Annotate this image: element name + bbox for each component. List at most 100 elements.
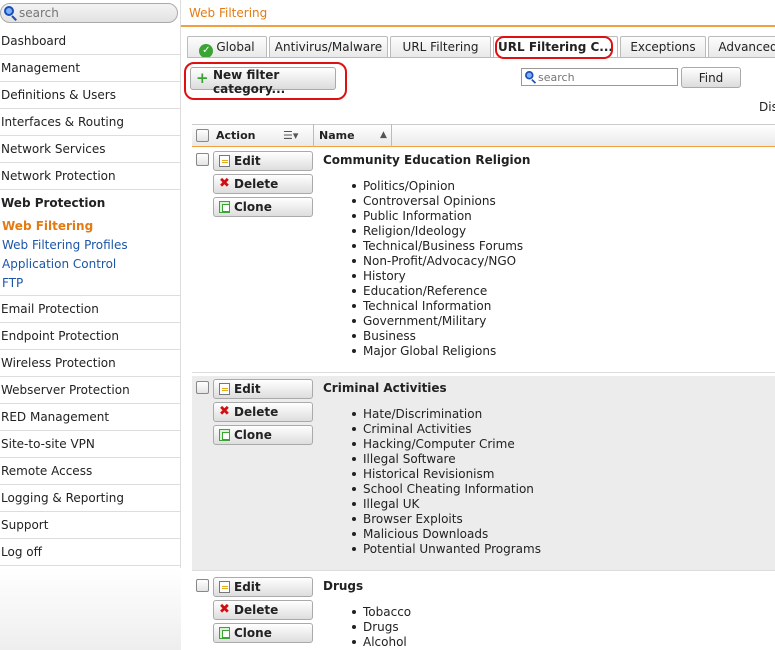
- web-protection-submenu: Web Filtering Web Filtering Profiles App…: [0, 217, 181, 296]
- clone-label: Clone: [234, 200, 272, 214]
- sidebar-item-definitions-users[interactable]: Definitions & Users: [0, 82, 181, 109]
- category-item: Technical Information: [363, 299, 523, 314]
- sidebar-item-web-protection[interactable]: Web Protection: [0, 190, 181, 217]
- tab-url-filtering[interactable]: URL Filtering: [390, 36, 491, 58]
- edit-button[interactable]: Edit: [213, 577, 313, 597]
- row-checkbox[interactable]: [196, 381, 209, 394]
- category-list: Tobacco Drugs Alcohol: [363, 605, 411, 650]
- edit-icon: [219, 581, 230, 593]
- clone-icon: [219, 201, 230, 213]
- clone-button[interactable]: Clone: [213, 425, 313, 445]
- edit-button[interactable]: Edit: [213, 151, 313, 171]
- delete-button[interactable]: ✖ Delete: [213, 600, 313, 620]
- search-input[interactable]: [521, 68, 678, 86]
- sidebar-item-log-off[interactable]: Log off: [0, 539, 181, 566]
- search-icon: [525, 71, 537, 84]
- new-filter-category-label: New filter category...: [213, 68, 286, 96]
- edit-label: Edit: [234, 154, 261, 168]
- plus-icon: +: [196, 69, 209, 87]
- tab-antivirus-malware[interactable]: Antivirus/Malware: [269, 36, 388, 58]
- sidebar-footer: [0, 568, 181, 650]
- sidebar-item-support[interactable]: Support: [0, 512, 181, 539]
- sidebar-item-interfaces-routing[interactable]: Interfaces & Routing: [0, 109, 181, 136]
- sort-ascending-icon[interactable]: ▲: [380, 130, 387, 140]
- sidebar-item-remote-access[interactable]: Remote Access: [0, 458, 181, 485]
- category-list: Politics/Opinion Controversal Opinions Pub…: [363, 179, 523, 359]
- row-checkbox[interactable]: [196, 579, 209, 592]
- sidebar-subitem-ftp[interactable]: FTP: [0, 274, 181, 293]
- sidebar-item-webserver-protection[interactable]: Webserver Protection: [0, 377, 181, 404]
- category-item: Tobacco: [363, 605, 412, 619]
- tab-bar: ✓ Global Antivirus/Malware URL Filtering …: [187, 36, 775, 58]
- category-item: Illegal Software: [363, 452, 541, 467]
- sidebar-subitem-web-filtering-profiles[interactable]: Web Filtering Profiles: [0, 236, 181, 255]
- clone-label: Clone: [234, 626, 272, 640]
- delete-icon: ✖: [219, 176, 230, 191]
- check-icon: ✓: [199, 44, 214, 58]
- table-row: Edit ✖ Delete Clone Drugs Tobacco Drugs Alc…: [192, 574, 775, 650]
- category-item: Public Information: [363, 209, 523, 224]
- sidebar-item-site-to-site-vpn[interactable]: Site-to-site VPN: [0, 431, 181, 458]
- sidebar-item-red-management[interactable]: RED Management: [0, 404, 181, 431]
- category-item: Browser Exploits: [363, 512, 541, 527]
- sidebar-subitem-web-filtering[interactable]: Web Filtering: [0, 217, 181, 236]
- category-item: Government/Military: [363, 314, 523, 329]
- edit-button[interactable]: Edit: [213, 379, 313, 399]
- sidebar-item-logging-reporting[interactable]: Logging & Reporting: [0, 485, 181, 512]
- clone-button[interactable]: Clone: [213, 623, 313, 643]
- delete-label: Delete: [234, 603, 279, 617]
- sidebar-item-endpoint-protection[interactable]: Endpoint Protection: [0, 323, 181, 350]
- category-item: School Cheating Information: [363, 482, 541, 497]
- new-filter-category-button[interactable]: + New filter category...: [190, 67, 336, 96]
- edit-icon: [219, 155, 230, 167]
- select-all-checkbox[interactable]: [196, 129, 209, 142]
- sidebar-search-input[interactable]: [0, 3, 178, 23]
- category-item: Controversal Opinions: [363, 194, 523, 209]
- tab-url-filtering-categories[interactable]: URL Filtering C...: [493, 36, 618, 58]
- category-name: Criminal Activities: [323, 381, 447, 395]
- category-item: Illegal UK: [363, 497, 541, 512]
- row-checkbox[interactable]: [196, 153, 209, 166]
- find-button[interactable]: Find: [681, 67, 741, 88]
- tab-exceptions[interactable]: Exceptions: [620, 36, 706, 58]
- category-item: History: [363, 269, 523, 284]
- category-item: Malicious Downloads: [363, 527, 541, 542]
- sidebar-subitem-application-control[interactable]: Application Control: [0, 255, 181, 274]
- category-item: Business: [363, 329, 523, 344]
- sidebar-item-management[interactable]: Management: [0, 55, 181, 82]
- page-title: Web Filtering: [189, 6, 268, 20]
- category-item: Criminal Activities: [363, 422, 541, 437]
- edit-label: Edit: [234, 580, 261, 594]
- category-item: Non-Profit/Advocacy/NGO: [363, 254, 523, 269]
- sidebar-search: [0, 0, 181, 27]
- edit-icon: [219, 383, 230, 395]
- delete-icon: ✖: [219, 404, 230, 419]
- sidebar-item-email-protection[interactable]: Email Protection: [0, 296, 181, 323]
- delete-button[interactable]: ✖ Delete: [213, 402, 313, 422]
- column-options-icon[interactable]: ☰▾: [283, 130, 298, 141]
- tab-label: Global: [216, 40, 255, 54]
- delete-button[interactable]: ✖ Delete: [213, 174, 313, 194]
- column-action-header: Action: [216, 129, 256, 142]
- column-separator: [313, 124, 314, 147]
- sidebar-item-network-protection[interactable]: Network Protection: [0, 163, 181, 190]
- column-separator: [391, 124, 392, 147]
- sidebar-item-network-services[interactable]: Network Services: [0, 136, 181, 163]
- display-label: Dis: [759, 100, 775, 114]
- tab-global[interactable]: ✓ Global: [187, 36, 267, 58]
- category-name: Community Education Religion: [323, 153, 531, 167]
- clone-label: Clone: [234, 428, 272, 442]
- category-item: Historical Revisionism: [363, 467, 541, 482]
- sidebar-item-dashboard[interactable]: Dashboard: [0, 28, 181, 55]
- table-row: Edit ✖ Delete Clone Community Education R…: [192, 148, 775, 373]
- category-item: Potential Unwanted Programs: [363, 542, 541, 556]
- column-name-header[interactable]: Name: [319, 125, 355, 147]
- table-row: Edit ✖ Delete Clone Criminal Activities H…: [192, 376, 775, 571]
- sidebar-item-wireless-protection[interactable]: Wireless Protection: [0, 350, 181, 377]
- table-header: Action ☰▾ Name ▲: [192, 124, 775, 147]
- category-item: Hate/Discrimination: [363, 407, 541, 422]
- clone-icon: [219, 627, 230, 639]
- clone-button[interactable]: Clone: [213, 197, 313, 217]
- header-divider: [181, 25, 775, 27]
- tab-advanced[interactable]: Advanced: [708, 36, 775, 58]
